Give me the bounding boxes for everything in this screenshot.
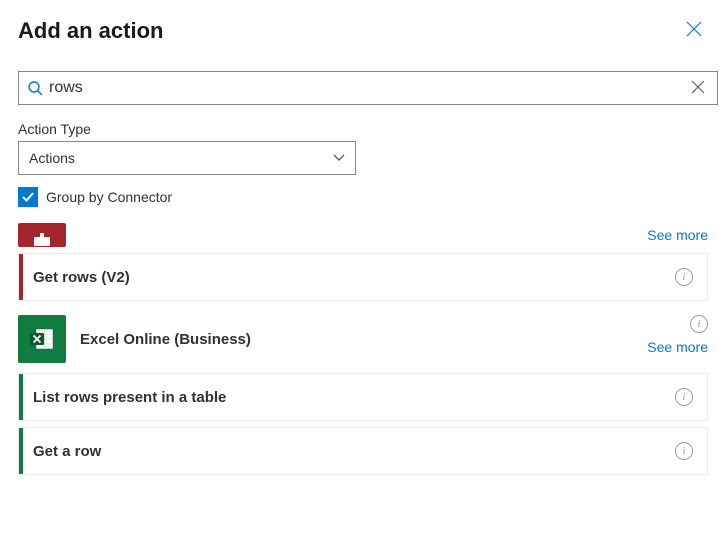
info-icon[interactable]: i xyxy=(690,315,708,333)
action-label: List rows present in a table xyxy=(33,389,675,406)
accent-bar xyxy=(19,428,23,474)
group-by-connector-checkbox[interactable] xyxy=(18,187,38,207)
excel-connector-icon xyxy=(18,315,66,363)
connector-sql: See more Get rows (V2) i xyxy=(18,223,708,301)
info-icon[interactable]: i xyxy=(675,268,693,286)
see-more-sql[interactable]: See more xyxy=(647,227,708,243)
action-label: Get a row xyxy=(33,443,675,460)
action-type-select[interactable]: Actions xyxy=(18,141,356,175)
clear-search-button[interactable] xyxy=(687,76,709,101)
clear-icon xyxy=(691,80,705,94)
page-title: Add an action xyxy=(18,18,163,44)
sql-connector-icon xyxy=(18,223,66,247)
group-by-connector-label: Group by Connector xyxy=(46,189,172,205)
chevron-down-icon xyxy=(333,152,345,164)
action-get-a-row[interactable]: Get a row i xyxy=(18,427,708,475)
accent-bar xyxy=(19,374,23,420)
close-button[interactable] xyxy=(680,18,708,45)
check-icon xyxy=(21,190,35,204)
info-icon[interactable]: i xyxy=(675,442,693,460)
search-field[interactable] xyxy=(18,71,718,105)
action-type-label: Action Type xyxy=(18,121,708,137)
search-icon xyxy=(27,80,43,96)
info-icon[interactable]: i xyxy=(675,388,693,406)
see-more-excel[interactable]: See more xyxy=(647,339,708,355)
action-get-rows-v2[interactable]: Get rows (V2) i xyxy=(18,253,708,301)
action-list-rows-present[interactable]: List rows present in a table i xyxy=(18,373,708,421)
close-icon xyxy=(686,21,702,37)
search-input[interactable] xyxy=(49,79,687,97)
action-label: Get rows (V2) xyxy=(33,269,675,286)
action-type-value: Actions xyxy=(29,150,75,166)
accent-bar xyxy=(19,254,23,300)
connector-excel: Excel Online (Business) i See more List … xyxy=(18,315,708,475)
excel-connector-title: Excel Online (Business) xyxy=(80,331,251,348)
